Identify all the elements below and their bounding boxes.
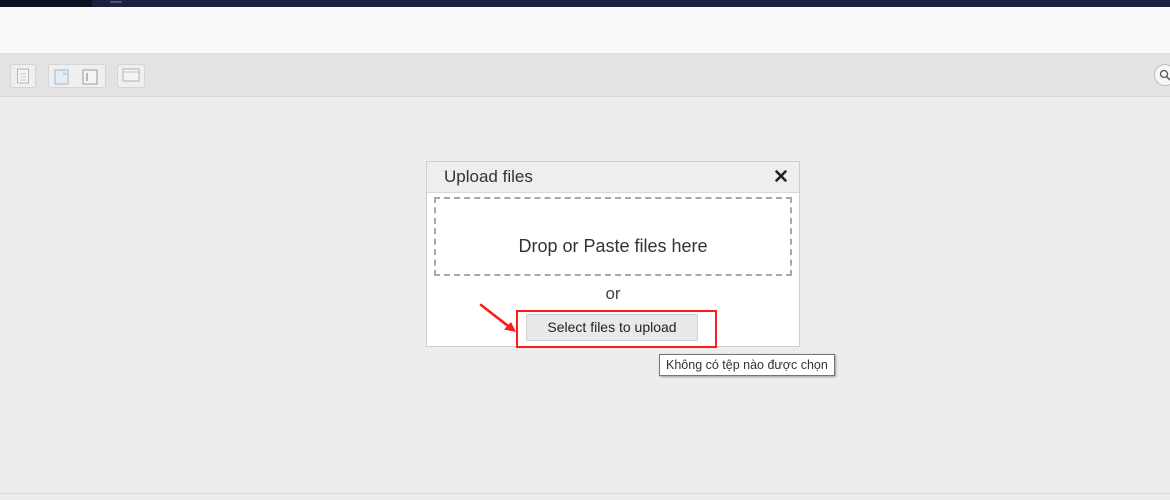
- close-icon[interactable]: [773, 168, 789, 184]
- annotation-arrow-icon: [479, 303, 516, 332]
- toolbar-document-button[interactable]: [10, 64, 36, 88]
- highlight-annotation-box: [516, 310, 717, 348]
- toolbar: [0, 54, 1170, 97]
- header-bar: [0, 7, 1170, 54]
- file-dropzone[interactable]: Drop or Paste files here: [434, 197, 792, 276]
- page-icon: [53, 65, 71, 86]
- toolbar-panel-button[interactable]: [117, 64, 145, 88]
- top-strip-dark-block: [0, 0, 92, 7]
- document-icon: [11, 68, 35, 84]
- top-title-strip: [0, 0, 1170, 7]
- panel-icon: [118, 68, 144, 82]
- toolbar-page-group[interactable]: [48, 64, 106, 88]
- frame-icon: [81, 65, 99, 86]
- dropzone-text: Drop or Paste files here: [518, 236, 708, 256]
- top-strip-tick: [110, 1, 122, 3]
- no-file-tooltip: Không có tệp nào được chọn: [659, 354, 835, 376]
- dialog-header: Upload files: [427, 162, 799, 193]
- bottom-divider: [0, 493, 1170, 494]
- toolbar-search-button[interactable]: [1154, 64, 1170, 86]
- dialog-title: Upload files: [444, 167, 533, 186]
